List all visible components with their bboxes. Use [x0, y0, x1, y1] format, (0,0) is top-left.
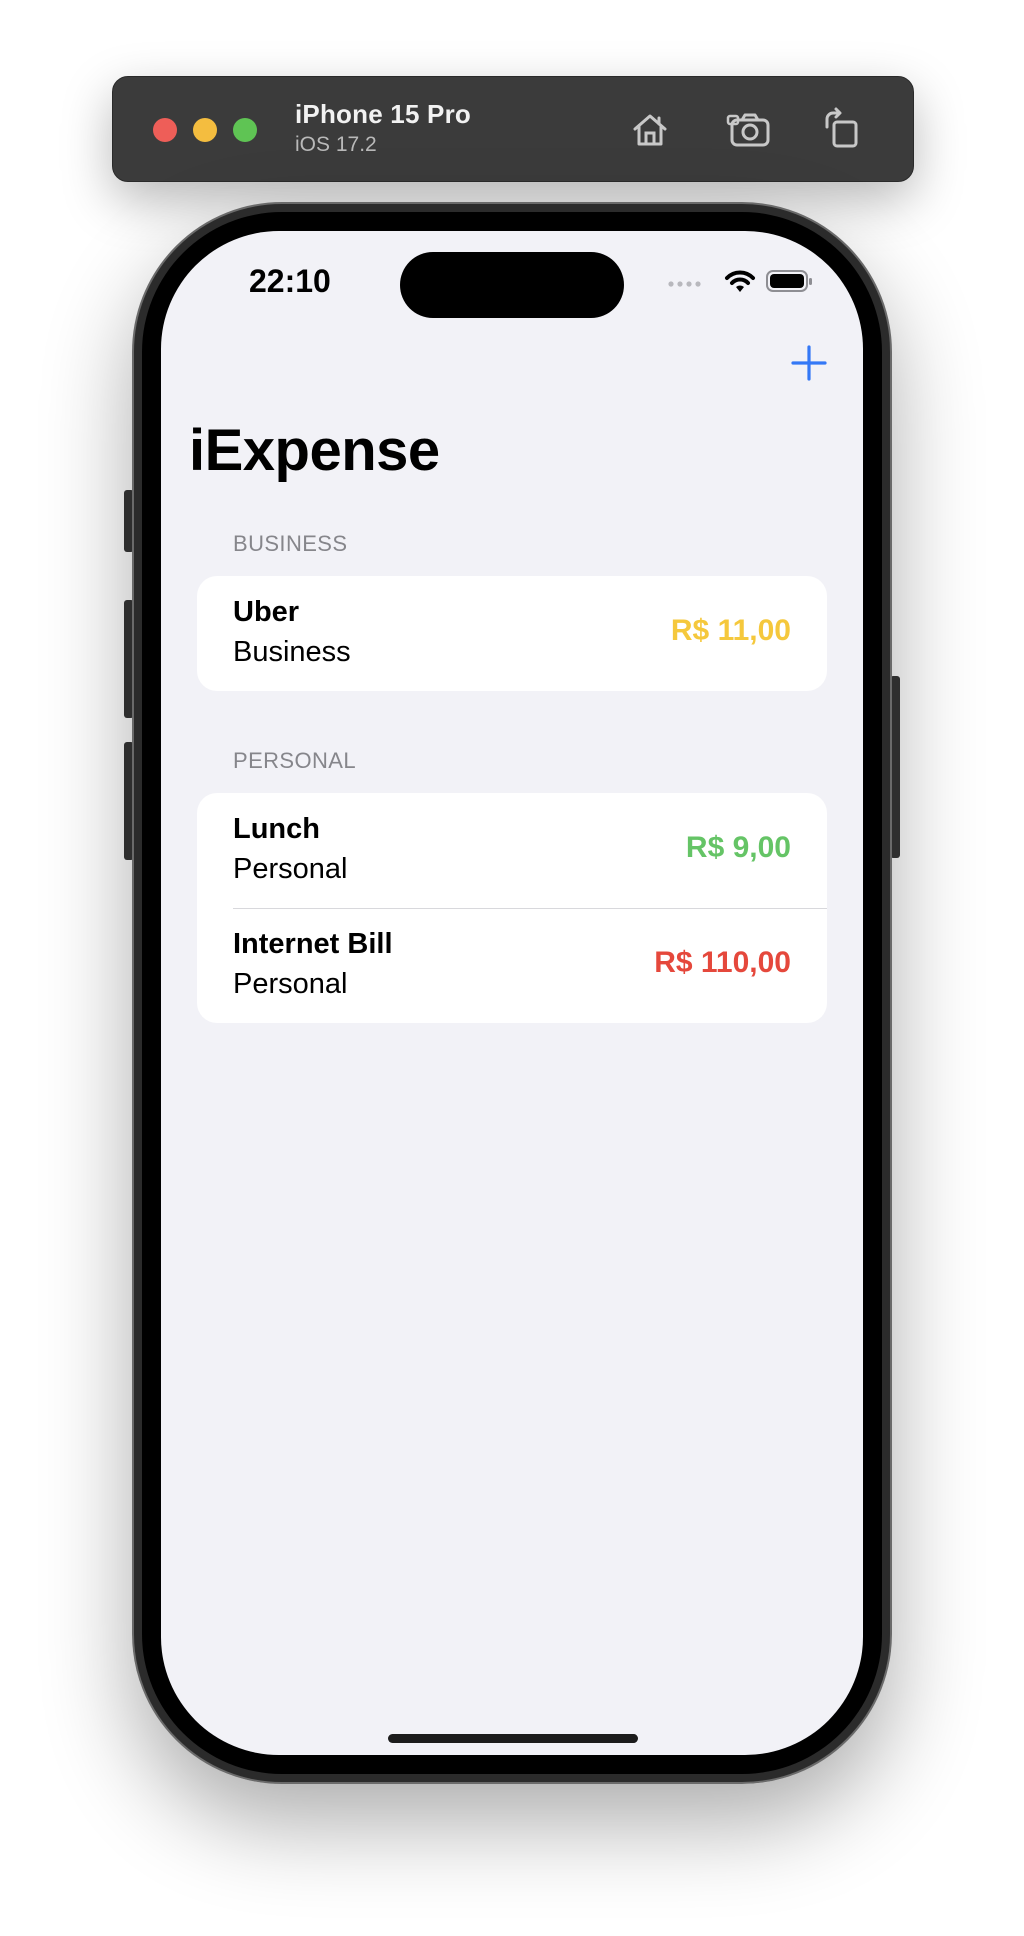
page-title: iExpense — [189, 418, 440, 483]
expense-amount: R$ 110,00 — [654, 946, 791, 979]
expense-list-business: Uber Business R$ 11,00 — [197, 576, 827, 691]
plus-icon — [791, 345, 827, 381]
home-indicator[interactable] — [388, 1734, 638, 1743]
screenshot-button[interactable] — [725, 105, 775, 155]
expense-type: Personal — [233, 968, 348, 1000]
close-window-button[interactable] — [153, 118, 177, 142]
rotate-icon — [825, 107, 858, 148]
expense-amount: R$ 9,00 — [685, 831, 791, 864]
simulator-stage: iPhone 15 Pro iOS 17.2 22:10 iExpense BU… — [0, 0, 1024, 1936]
simulator-toolbar: iPhone 15 Pro iOS 17.2 — [112, 76, 914, 182]
camera-icon — [726, 113, 770, 147]
list-item[interactable]: Uber Business R$ 11,00 — [197, 576, 827, 691]
expense-name: Uber — [233, 596, 300, 628]
add-expense-button[interactable] — [789, 343, 829, 383]
list-item[interactable]: Internet Bill Personal R$ 110,00 — [197, 908, 827, 1023]
rotate-button[interactable] — [817, 105, 867, 155]
home-button[interactable] — [625, 105, 675, 155]
dynamic-island — [400, 252, 624, 318]
phone-screen: 22:10 iExpense BUSINESS Uber Business R$… — [161, 231, 863, 1755]
expense-list-personal: Lunch Personal R$ 9,00 Internet Bill Per… — [197, 793, 827, 1023]
expense-name: Lunch — [233, 813, 320, 845]
wifi-icon — [725, 270, 755, 292]
expense-name: Internet Bill — [233, 928, 393, 960]
device-name: iPhone 15 Pro — [295, 99, 471, 129]
expense-amount: R$ 11,00 — [670, 614, 791, 647]
status-time: 22:10 — [249, 263, 331, 299]
house-icon — [633, 114, 667, 146]
section-header-personal: PERSONAL — [233, 748, 357, 773]
section-header-business: BUSINESS — [233, 531, 348, 556]
battery-icon — [766, 270, 812, 292]
minimize-window-button[interactable] — [193, 118, 217, 142]
zoom-window-button[interactable] — [233, 118, 257, 142]
status-icons — [668, 270, 812, 292]
os-version: iOS 17.2 — [295, 133, 377, 156]
list-item[interactable]: Lunch Personal R$ 9,00 — [197, 793, 827, 908]
cellular-signal-icon — [668, 281, 701, 287]
expense-type: Personal — [233, 853, 348, 885]
expense-type: Business — [233, 636, 351, 668]
